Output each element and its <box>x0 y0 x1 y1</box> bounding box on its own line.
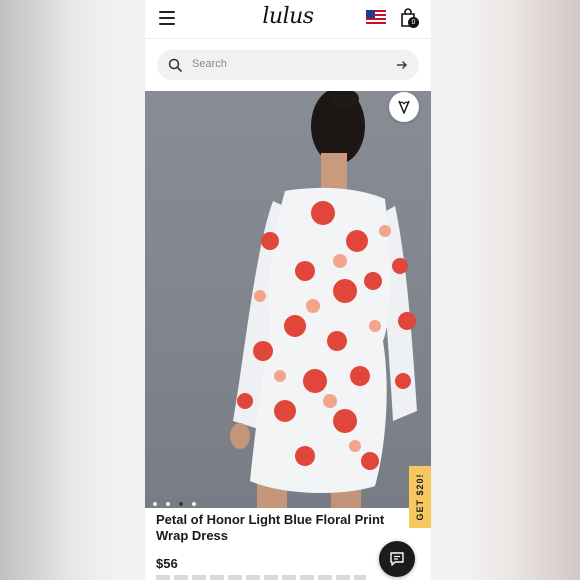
gallery-dot[interactable] <box>166 502 170 506</box>
gallery-dot[interactable] <box>153 502 157 506</box>
heart-v-icon <box>398 100 410 114</box>
site-logo[interactable]: lulus <box>257 2 319 32</box>
search-icon <box>168 58 182 72</box>
hamburger-icon[interactable] <box>159 11 175 25</box>
gallery-pagination <box>153 493 205 506</box>
cart-count-badge: 0 <box>408 17 419 28</box>
chat-icon <box>390 552 404 566</box>
chat-button[interactable] <box>379 541 415 577</box>
search-bar[interactable]: Search <box>157 50 419 80</box>
product-image[interactable] <box>145 91 431 508</box>
wishlist-button[interactable] <box>389 92 419 122</box>
product-price: $56 <box>156 556 178 571</box>
gallery-dot-active[interactable] <box>179 502 183 506</box>
site-header: lulus 0 <box>145 0 431 39</box>
promo-label: GET $20! <box>415 473 425 521</box>
search-input[interactable]: Search <box>192 58 227 70</box>
product-subtext-cutoff <box>156 575 366 580</box>
mobile-screen: lulus 0 Search GET $20! Petal of Honor L… <box>145 0 431 580</box>
promo-tab[interactable]: GET $20! <box>409 466 431 528</box>
us-flag-icon[interactable] <box>366 10 386 24</box>
arrow-right-icon[interactable] <box>396 59 408 71</box>
product-title: Petal of Honor Light Blue Floral Print W… <box>156 512 385 543</box>
gallery-dot[interactable] <box>192 502 196 506</box>
model-photo <box>230 91 417 508</box>
